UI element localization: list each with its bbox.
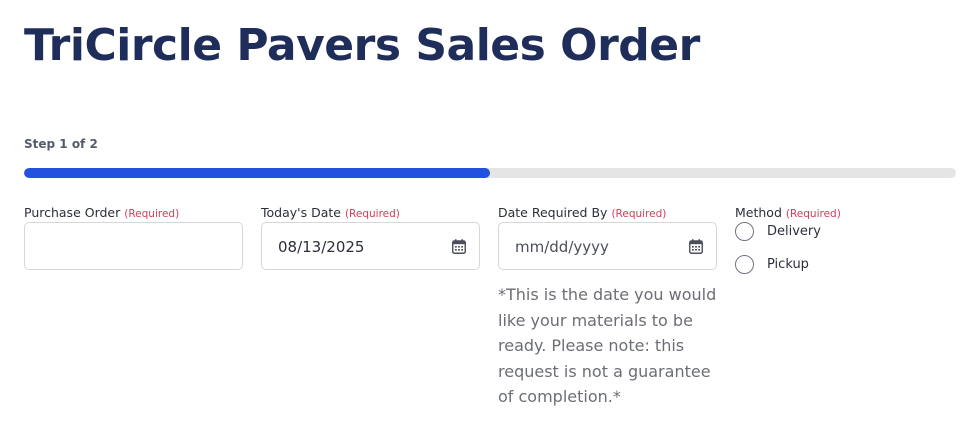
- todays-date-input[interactable]: 08/13/2025: [261, 222, 480, 270]
- date-required-label: Date Required By: [498, 205, 608, 220]
- sales-order-page: TriCircle Pavers Sales Order Step 1 of 2…: [0, 0, 973, 445]
- radio-button[interactable]: [735, 255, 754, 274]
- purchase-order-field: Purchase Order (Required): [24, 204, 243, 270]
- date-required-input[interactable]: mm/dd/yyyy: [498, 222, 717, 270]
- date-required-field: Date Required By (Required) mm/dd/yyyy *T…: [498, 204, 717, 406]
- todays-date-value: 08/13/2025: [278, 238, 365, 256]
- method-label: Method: [735, 205, 782, 220]
- radio-button[interactable]: [735, 222, 754, 241]
- date-required-placeholder: mm/dd/yyyy: [515, 238, 609, 256]
- required-tag: (Required): [344, 208, 400, 220]
- purchase-order-input[interactable]: [24, 222, 243, 270]
- required-tag: (Required): [124, 208, 180, 220]
- step-label: Step 1 of 2: [24, 137, 98, 151]
- todays-date-field: Today's Date (Required) 08/13/2025: [261, 204, 480, 270]
- method-label-row: Method (Required): [735, 204, 841, 222]
- progress-bar-fill: [24, 168, 490, 178]
- required-tag: (Required): [785, 208, 841, 220]
- purchase-order-label: Purchase Order: [24, 205, 121, 220]
- radio-label[interactable]: Delivery: [767, 223, 821, 241]
- todays-date-label: Today's Date: [261, 205, 341, 220]
- calendar-icon[interactable]: [689, 239, 703, 254]
- required-tag: (Required): [611, 208, 667, 220]
- calendar-icon[interactable]: [452, 239, 466, 254]
- date-required-help-text: *This is the date you would like your ma…: [498, 285, 717, 406]
- radio-label[interactable]: Pickup: [767, 256, 809, 274]
- date-required-label-row: Date Required By (Required): [498, 204, 666, 222]
- method-field: Method (Required) Delivery Pickup: [735, 204, 841, 274]
- purchase-order-label-row: Purchase Order (Required): [24, 204, 179, 222]
- todays-date-label-row: Today's Date (Required): [261, 204, 400, 222]
- progress-bar: [24, 168, 956, 178]
- page-title: TriCircle Pavers Sales Order: [24, 20, 700, 71]
